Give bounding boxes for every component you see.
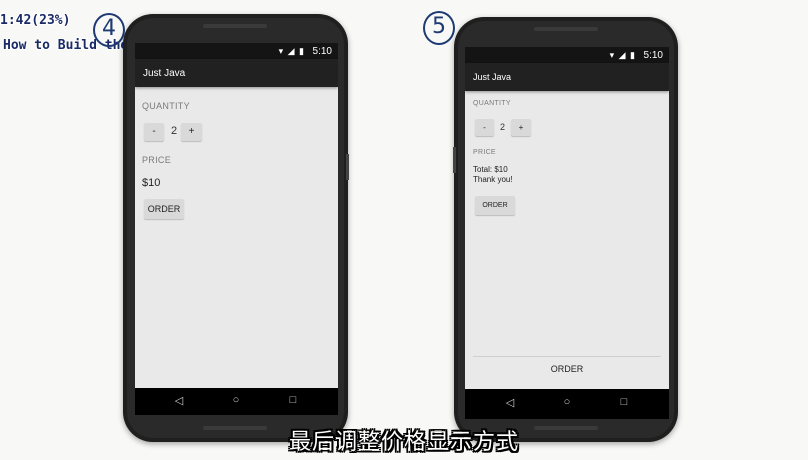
increment-button[interactable]: + bbox=[181, 123, 202, 141]
phone-right: ▾ ◢ ▮ 5:10 Just Java QUANTITY - 2 + PRIC… bbox=[453, 17, 678, 442]
app-title: Just Java bbox=[143, 68, 186, 79]
home-icon[interactable]: ○ bbox=[228, 394, 244, 406]
side-button bbox=[453, 147, 456, 173]
bottom-order-button[interactable]: ORDER bbox=[465, 364, 669, 374]
back-icon[interactable]: ◁ bbox=[502, 396, 518, 409]
status-bar: ▾ ◢ ▮ 5:10 bbox=[135, 43, 338, 59]
price-label: PRICE bbox=[142, 155, 172, 165]
status-time: 5:10 bbox=[643, 50, 663, 61]
quantity-value: 2 bbox=[500, 122, 506, 132]
quantity-label: QUANTITY bbox=[142, 101, 190, 111]
video-subtitle: 最后调整价格显示方式 bbox=[288, 430, 519, 455]
step-number-left: 4 bbox=[93, 13, 125, 47]
recents-icon[interactable]: □ bbox=[285, 394, 301, 406]
phone-screen: ▾ ◢ ▮ 5:10 Just Java QUANTITY - 2 + PRIC… bbox=[135, 43, 338, 415]
app-bar: Just Java bbox=[135, 59, 338, 87]
recents-icon[interactable]: □ bbox=[616, 396, 632, 408]
app-bar: Just Java bbox=[465, 63, 669, 91]
nav-bar: ◁ ○ □ bbox=[465, 389, 669, 419]
decrement-button[interactable]: - bbox=[475, 119, 494, 136]
order-button[interactable]: ORDER bbox=[475, 196, 515, 215]
price-label: PRICE bbox=[473, 149, 496, 156]
home-icon[interactable]: ○ bbox=[559, 396, 575, 408]
order-summary-thanks: Thank you! bbox=[473, 175, 513, 184]
phone-left: ▾ ◢ ▮ 5:10 Just Java QUANTITY - 2 + PRIC… bbox=[123, 14, 349, 442]
order-summary-total: Total: $10 bbox=[473, 165, 508, 174]
video-frame: 1:42(23%) How to Build the Layout_x264.m… bbox=[0, 0, 808, 460]
app-title: Just Java bbox=[473, 72, 512, 82]
status-icons: ▾ ◢ ▮ bbox=[278, 46, 305, 56]
order-button[interactable]: ORDER bbox=[144, 199, 184, 219]
nav-bar: ◁ ○ □ bbox=[135, 388, 338, 415]
timecode-overlay: 1:42(23%) bbox=[0, 13, 71, 28]
top-speaker bbox=[534, 27, 598, 31]
back-icon[interactable]: ◁ bbox=[171, 394, 187, 407]
side-button bbox=[346, 154, 349, 180]
status-bar: ▾ ◢ ▮ 5:10 bbox=[465, 47, 669, 63]
top-speaker bbox=[203, 24, 267, 28]
quantity-value: 2 bbox=[171, 125, 178, 137]
increment-button[interactable]: + bbox=[511, 119, 531, 136]
quantity-label: QUANTITY bbox=[473, 100, 511, 107]
decrement-button[interactable]: - bbox=[144, 123, 164, 141]
status-time: 5:10 bbox=[312, 46, 332, 57]
phone-screen: ▾ ◢ ▮ 5:10 Just Java QUANTITY - 2 + PRIC… bbox=[465, 47, 669, 419]
step-number-right: 5 bbox=[423, 11, 455, 45]
status-icons: ▾ ◢ ▮ bbox=[609, 50, 636, 60]
price-value: $10 bbox=[142, 177, 161, 189]
divider bbox=[473, 356, 661, 357]
